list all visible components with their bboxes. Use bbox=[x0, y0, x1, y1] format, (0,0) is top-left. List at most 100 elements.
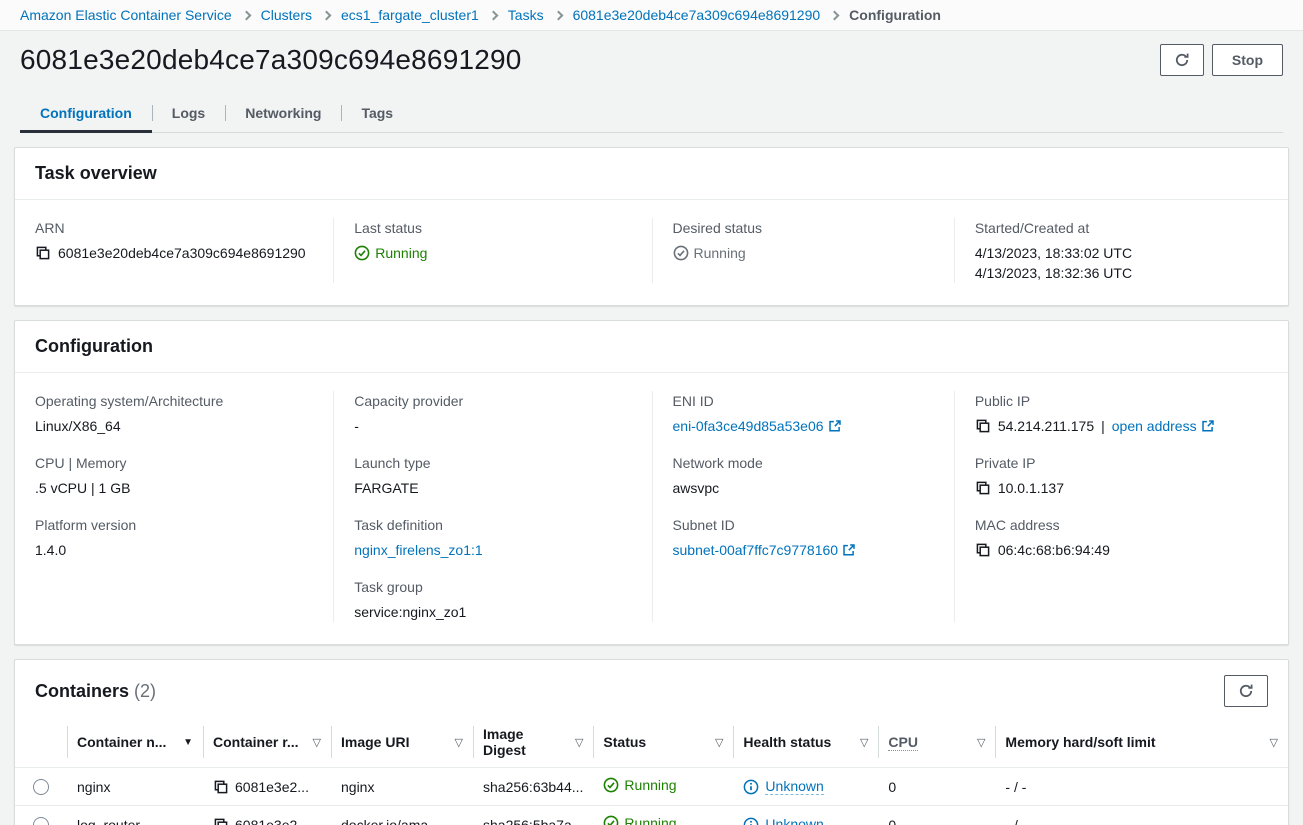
column-health-status[interactable]: Health status▽ bbox=[733, 717, 878, 768]
sort-icon[interactable]: ▽ bbox=[715, 736, 723, 749]
image-digest-cell: sha256:5ba7a... bbox=[473, 806, 593, 825]
column-memory-limit[interactable]: Memory hard/soft limit▽ bbox=[995, 717, 1288, 768]
field-label: Operating system/Architecture bbox=[35, 391, 313, 411]
task-overview-header: Task overview bbox=[15, 148, 1288, 200]
sort-icon[interactable]: ▽ bbox=[575, 736, 583, 749]
field-private-ip: Private IP 10.0.1.137 bbox=[975, 453, 1268, 498]
column-image-uri[interactable]: Image URI▽ bbox=[331, 717, 473, 768]
field-label: Task group bbox=[354, 577, 631, 597]
field-public-ip: Public IP 54.214.211.175 | open address bbox=[975, 391, 1268, 436]
field-label: Public IP bbox=[975, 391, 1268, 411]
sort-icon[interactable]: ▽ bbox=[455, 736, 463, 749]
copy-icon[interactable] bbox=[975, 542, 991, 558]
sort-icon[interactable]: ▽ bbox=[313, 736, 321, 749]
chevron-right-icon bbox=[553, 10, 563, 20]
platform-version-value: 1.4.0 bbox=[35, 540, 313, 560]
breadcrumb-item-cluster[interactable]: ecs1_fargate_cluster1 bbox=[341, 7, 479, 23]
row-radio-button[interactable] bbox=[33, 779, 49, 795]
field-os-arch: Operating system/Architecture Linux/X86_… bbox=[35, 391, 313, 436]
separator: | bbox=[1101, 416, 1105, 436]
breadcrumb-item-service[interactable]: Amazon Elastic Container Service bbox=[20, 7, 232, 23]
stop-button[interactable]: Stop bbox=[1212, 44, 1283, 76]
container-runtime-cell: 6081e3e2... bbox=[203, 806, 331, 825]
breadcrumb-item-tasks[interactable]: Tasks bbox=[508, 7, 544, 23]
cpu-cell: 0 bbox=[878, 806, 995, 825]
copy-icon[interactable] bbox=[35, 245, 51, 261]
sort-icon[interactable]: ▽ bbox=[1270, 736, 1278, 749]
container-name-cell: log_router bbox=[67, 806, 203, 825]
health-status-link[interactable]: Unknown bbox=[765, 816, 823, 825]
info-icon bbox=[743, 817, 759, 825]
status-neutral-icon bbox=[673, 245, 689, 261]
open-address-link[interactable]: open address bbox=[1112, 416, 1215, 436]
copy-icon[interactable] bbox=[975, 418, 991, 434]
field-last-status: Last status Running bbox=[354, 218, 631, 263]
refresh-button[interactable] bbox=[1160, 44, 1204, 76]
subnet-id-link[interactable]: subnet-00af7ffc7c9778160 bbox=[673, 540, 857, 560]
external-link-icon bbox=[1201, 419, 1215, 433]
column-container-name[interactable]: Container n...▼ bbox=[67, 717, 203, 768]
health-status-cell: Unknown bbox=[733, 768, 878, 806]
field-task-group: Task group service:nginx_zo1 bbox=[354, 577, 631, 622]
column-container-runtime[interactable]: Container r...▽ bbox=[203, 717, 331, 768]
tab-configuration[interactable]: Configuration bbox=[20, 96, 152, 132]
field-capacity-provider: Capacity provider - bbox=[354, 391, 631, 436]
containers-table: Container n...▼ Container r...▽ Image UR… bbox=[15, 717, 1288, 825]
chevron-right-icon bbox=[241, 10, 251, 20]
field-label: Capacity provider bbox=[354, 391, 631, 411]
breadcrumb-item-task-id[interactable]: 6081e3e20deb4ce7a309c694e8691290 bbox=[573, 7, 821, 23]
column-status[interactable]: Status▽ bbox=[593, 717, 733, 768]
field-subnet-id: Subnet ID subnet-00af7ffc7c9778160 bbox=[673, 515, 934, 560]
tab-tags[interactable]: Tags bbox=[341, 96, 413, 132]
selection-column-header bbox=[15, 717, 67, 768]
chevron-right-icon bbox=[322, 10, 332, 20]
field-task-definition: Task definition nginx_firelens_zo1:1 bbox=[354, 515, 631, 560]
copy-icon[interactable] bbox=[213, 817, 229, 825]
public-ip-value: 54.214.211.175 bbox=[998, 416, 1094, 436]
row-radio-button[interactable] bbox=[33, 817, 49, 825]
status-success-icon bbox=[603, 777, 619, 793]
field-label: Task definition bbox=[354, 515, 631, 535]
image-digest-cell: sha256:63b44... bbox=[473, 768, 593, 806]
header-actions: Stop bbox=[1160, 44, 1283, 76]
copy-icon[interactable] bbox=[975, 480, 991, 496]
containers-refresh-button[interactable] bbox=[1224, 675, 1268, 707]
task-definition-link[interactable]: nginx_firelens_zo1:1 bbox=[354, 540, 482, 560]
containers-count: (2) bbox=[134, 681, 156, 701]
external-link-icon bbox=[828, 419, 842, 433]
tab-networking[interactable]: Networking bbox=[225, 96, 341, 132]
health-status-link[interactable]: Unknown bbox=[765, 778, 823, 795]
container-name-cell: nginx bbox=[67, 768, 203, 806]
memory-limit-cell: - / - bbox=[995, 768, 1288, 806]
status-success-icon bbox=[354, 245, 370, 261]
eni-id-link[interactable]: eni-0fa3ce49d85a53e06 bbox=[673, 416, 842, 436]
sort-icon[interactable]: ▽ bbox=[977, 736, 985, 749]
tab-logs[interactable]: Logs bbox=[152, 96, 225, 132]
image-uri-cell: docker.io/ama... bbox=[331, 806, 473, 825]
field-desired-status: Desired status Running bbox=[673, 218, 934, 263]
launch-type-value: FARGATE bbox=[354, 478, 631, 498]
desired-status-value: Running bbox=[694, 243, 746, 263]
task-overview-title: Task overview bbox=[35, 163, 157, 184]
cpu-cell: 0 bbox=[878, 768, 995, 806]
last-status-value: Running bbox=[375, 243, 427, 263]
field-label: Platform version bbox=[35, 515, 313, 535]
memory-limit-cell: - / - bbox=[995, 806, 1288, 825]
breadcrumb-item-clusters[interactable]: Clusters bbox=[261, 7, 312, 23]
sort-descending-icon[interactable]: ▼ bbox=[183, 737, 193, 748]
field-started-created: Started/Created at 4/13/2023, 18:33:02 U… bbox=[975, 218, 1268, 283]
breadcrumb: Amazon Elastic Container Service Cluster… bbox=[0, 0, 1303, 31]
page-header: 6081e3e20deb4ce7a309c694e8691290 Stop bbox=[0, 31, 1303, 76]
task-group-value: service:nginx_zo1 bbox=[354, 602, 631, 622]
copy-icon[interactable] bbox=[213, 779, 229, 795]
column-cpu[interactable]: CPU▽ bbox=[878, 717, 995, 768]
chevron-right-icon bbox=[830, 10, 840, 20]
sort-icon[interactable]: ▽ bbox=[860, 736, 868, 749]
column-image-digest[interactable]: Image Digest▽ bbox=[473, 717, 593, 768]
task-overview-card: Task overview ARN 6081e3e20deb4ce7a309c6… bbox=[14, 147, 1289, 306]
field-platform-version: Platform version 1.4.0 bbox=[35, 515, 313, 560]
status-success-icon bbox=[603, 815, 619, 825]
field-label: ENI ID bbox=[673, 391, 934, 411]
health-status-cell: Unknown bbox=[733, 806, 878, 825]
status-cell: Running bbox=[593, 768, 733, 806]
